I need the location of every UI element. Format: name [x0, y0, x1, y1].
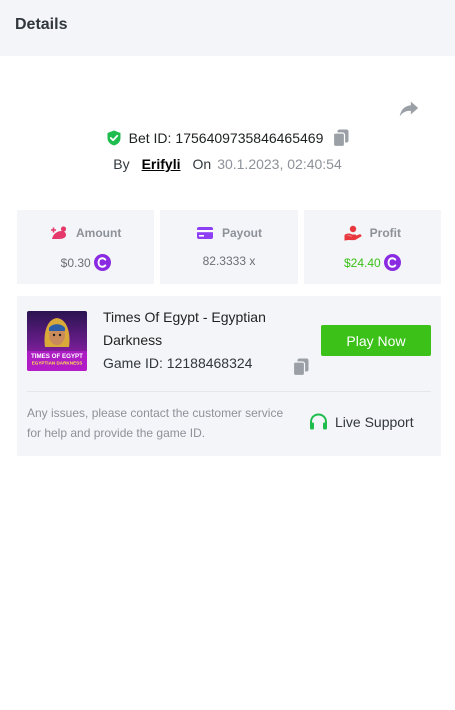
payout-label: Payout — [221, 226, 262, 240]
payout-value: 82.3333 x — [202, 254, 256, 268]
bet-id-label: Bet ID: — [128, 130, 172, 146]
payout-value-row: 82.3333 x — [203, 254, 256, 268]
amount-header: Amount — [50, 225, 121, 241]
profit-card: Profit $24.40 — [303, 210, 441, 284]
payout-card-icon — [196, 227, 213, 239]
amount-label: Amount — [76, 226, 122, 240]
support-note: Any issues, please contact the customer … — [27, 406, 284, 440]
page-title: Details — [15, 16, 68, 33]
profit-value-row: $24.40 — [344, 254, 401, 271]
coin-icon — [383, 254, 401, 271]
amount-value-row: $0.30 — [61, 254, 111, 271]
amount-value: $0.30 — [60, 255, 91, 270]
coin-icon — [93, 254, 111, 271]
profit-label: Profit — [369, 226, 401, 240]
play-now-button[interactable]: Play Now — [321, 325, 431, 356]
bet-id-value: 1756409735846465469 — [175, 130, 324, 146]
bet-date: 30.1.2023, 02:40:54 — [217, 156, 342, 172]
live-support-label: Live Support — [335, 414, 414, 430]
amount-icon — [51, 226, 67, 239]
copy-icon[interactable] — [293, 358, 309, 376]
payout-card: Payout 82.3333 x — [160, 210, 298, 284]
profit-header: Profit — [344, 225, 401, 241]
game-card: TIMES OF EGYPT EGYPTIAN DARKNESS Times O… — [17, 296, 441, 456]
amount-card: Amount $0.30 — [17, 210, 155, 284]
divider — [27, 391, 431, 392]
live-support-button[interactable]: Live Support — [309, 413, 414, 431]
payout-header: Payout — [196, 225, 262, 241]
game-id: Game ID: 12188468324 — [103, 355, 252, 371]
on-label: On — [192, 156, 212, 172]
bet-id-row: Bet ID: 1756409735846465469 — [0, 128, 455, 148]
by-label: By — [113, 156, 130, 172]
share-icon[interactable] — [398, 97, 420, 119]
game-title[interactable]: Times Of Egypt - Egyptian Darkness — [103, 306, 303, 352]
bet-meta-row: By Erifyli On 30.1.2023, 02:40:54 — [0, 154, 455, 174]
profit-value: $24.40 — [343, 255, 381, 270]
thumb-subtitle: EGYPTIAN DARKNESS — [32, 361, 83, 366]
headset-icon — [310, 413, 327, 430]
game-id-label: Game ID: — [103, 355, 163, 371]
profit-hand-icon — [344, 225, 362, 241]
username-link[interactable]: Erifyli — [142, 156, 181, 172]
shield-check-icon — [107, 130, 121, 146]
thumb-title: TIMES OF EGYPT — [31, 353, 83, 360]
stats-row: Amount $0.30 Payout 82.3333 x Profit $24… — [17, 210, 441, 284]
copy-icon[interactable] — [333, 129, 349, 147]
game-thumbnail[interactable]: TIMES OF EGYPT EGYPTIAN DARKNESS — [27, 311, 87, 371]
header-bar: Details — [0, 0, 455, 56]
game-id-value: 12188468324 — [166, 355, 253, 371]
